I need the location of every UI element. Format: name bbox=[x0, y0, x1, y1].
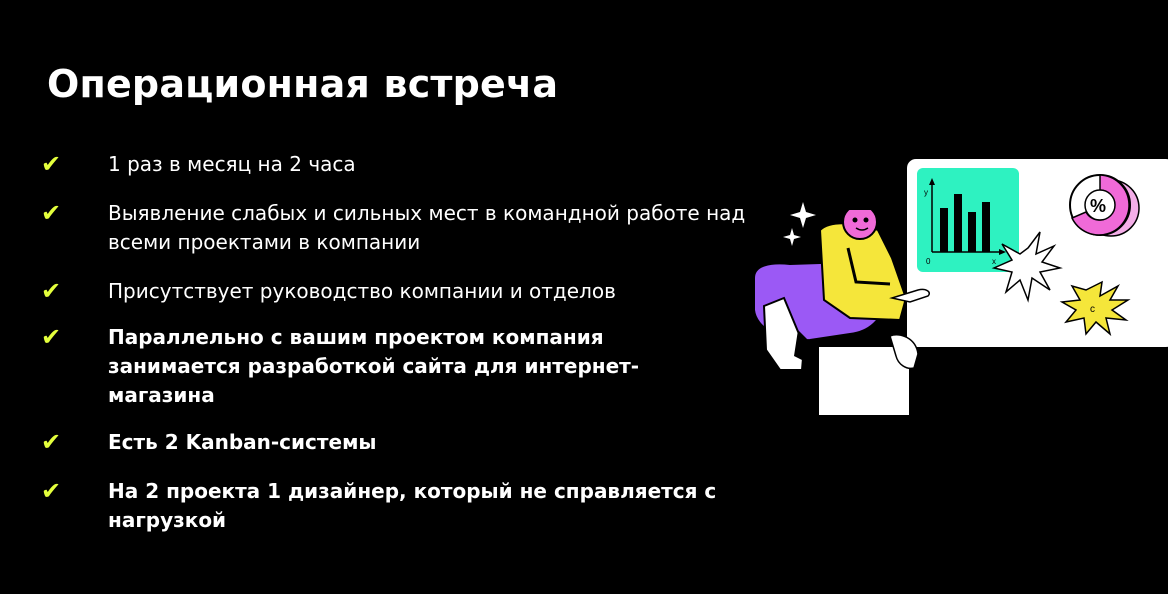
bullet-text: 1 раз в месяц на 2 часа bbox=[108, 152, 356, 176]
check-icon: ✔ bbox=[40, 477, 62, 505]
bullet-item: ✔ 1 раз в месяц на 2 часа bbox=[38, 150, 748, 179]
bullet-item: ✔ Параллельно с вашим проектом компания … bbox=[38, 323, 728, 410]
chart-axis-x-label: x bbox=[992, 257, 996, 266]
bullet-item: ✔ Выявление слабых и сильных мест в кома… bbox=[38, 199, 748, 257]
bullet-text: Присутствует руководство компании и отде… bbox=[108, 279, 616, 303]
check-icon: ✔ bbox=[40, 428, 62, 456]
hair bbox=[836, 178, 885, 211]
bullet-item: ✔ На 2 проекта 1 дизайнер, который не сп… bbox=[38, 477, 798, 535]
sparkle-icon bbox=[783, 228, 801, 246]
boot bbox=[756, 369, 812, 417]
slide-title: Операционная встреча bbox=[47, 62, 559, 106]
presenter-illustration: y x 0 % c bbox=[753, 157, 1168, 417]
svg-text:c: c bbox=[1090, 304, 1095, 315]
check-icon: ✔ bbox=[40, 150, 62, 178]
bullet-text: Есть 2 Kanban-системы bbox=[108, 430, 377, 454]
percent-symbol: % bbox=[1090, 196, 1106, 216]
bullet-text: Выявление слабых и сильных мест в команд… bbox=[108, 201, 746, 254]
bullet-text: Параллельно с вашим проектом компания за… bbox=[108, 325, 640, 407]
bullet-item: ✔ Есть 2 Kanban-системы bbox=[38, 428, 748, 457]
sparkle-icon bbox=[790, 202, 816, 228]
check-icon: ✔ bbox=[40, 277, 62, 305]
chart-axis-y-label: y bbox=[924, 188, 928, 197]
check-icon: ✔ bbox=[40, 323, 62, 351]
slide: Операционная встреча ✔ 1 раз в месяц на … bbox=[0, 0, 1168, 594]
chart-origin-label: 0 bbox=[926, 257, 931, 266]
head bbox=[842, 204, 878, 240]
bullet-text: На 2 проекта 1 дизайнер, который не спра… bbox=[108, 479, 717, 532]
check-icon: ✔ bbox=[40, 199, 62, 227]
bullet-item: ✔ Присутствует руководство компании и от… bbox=[38, 277, 748, 306]
